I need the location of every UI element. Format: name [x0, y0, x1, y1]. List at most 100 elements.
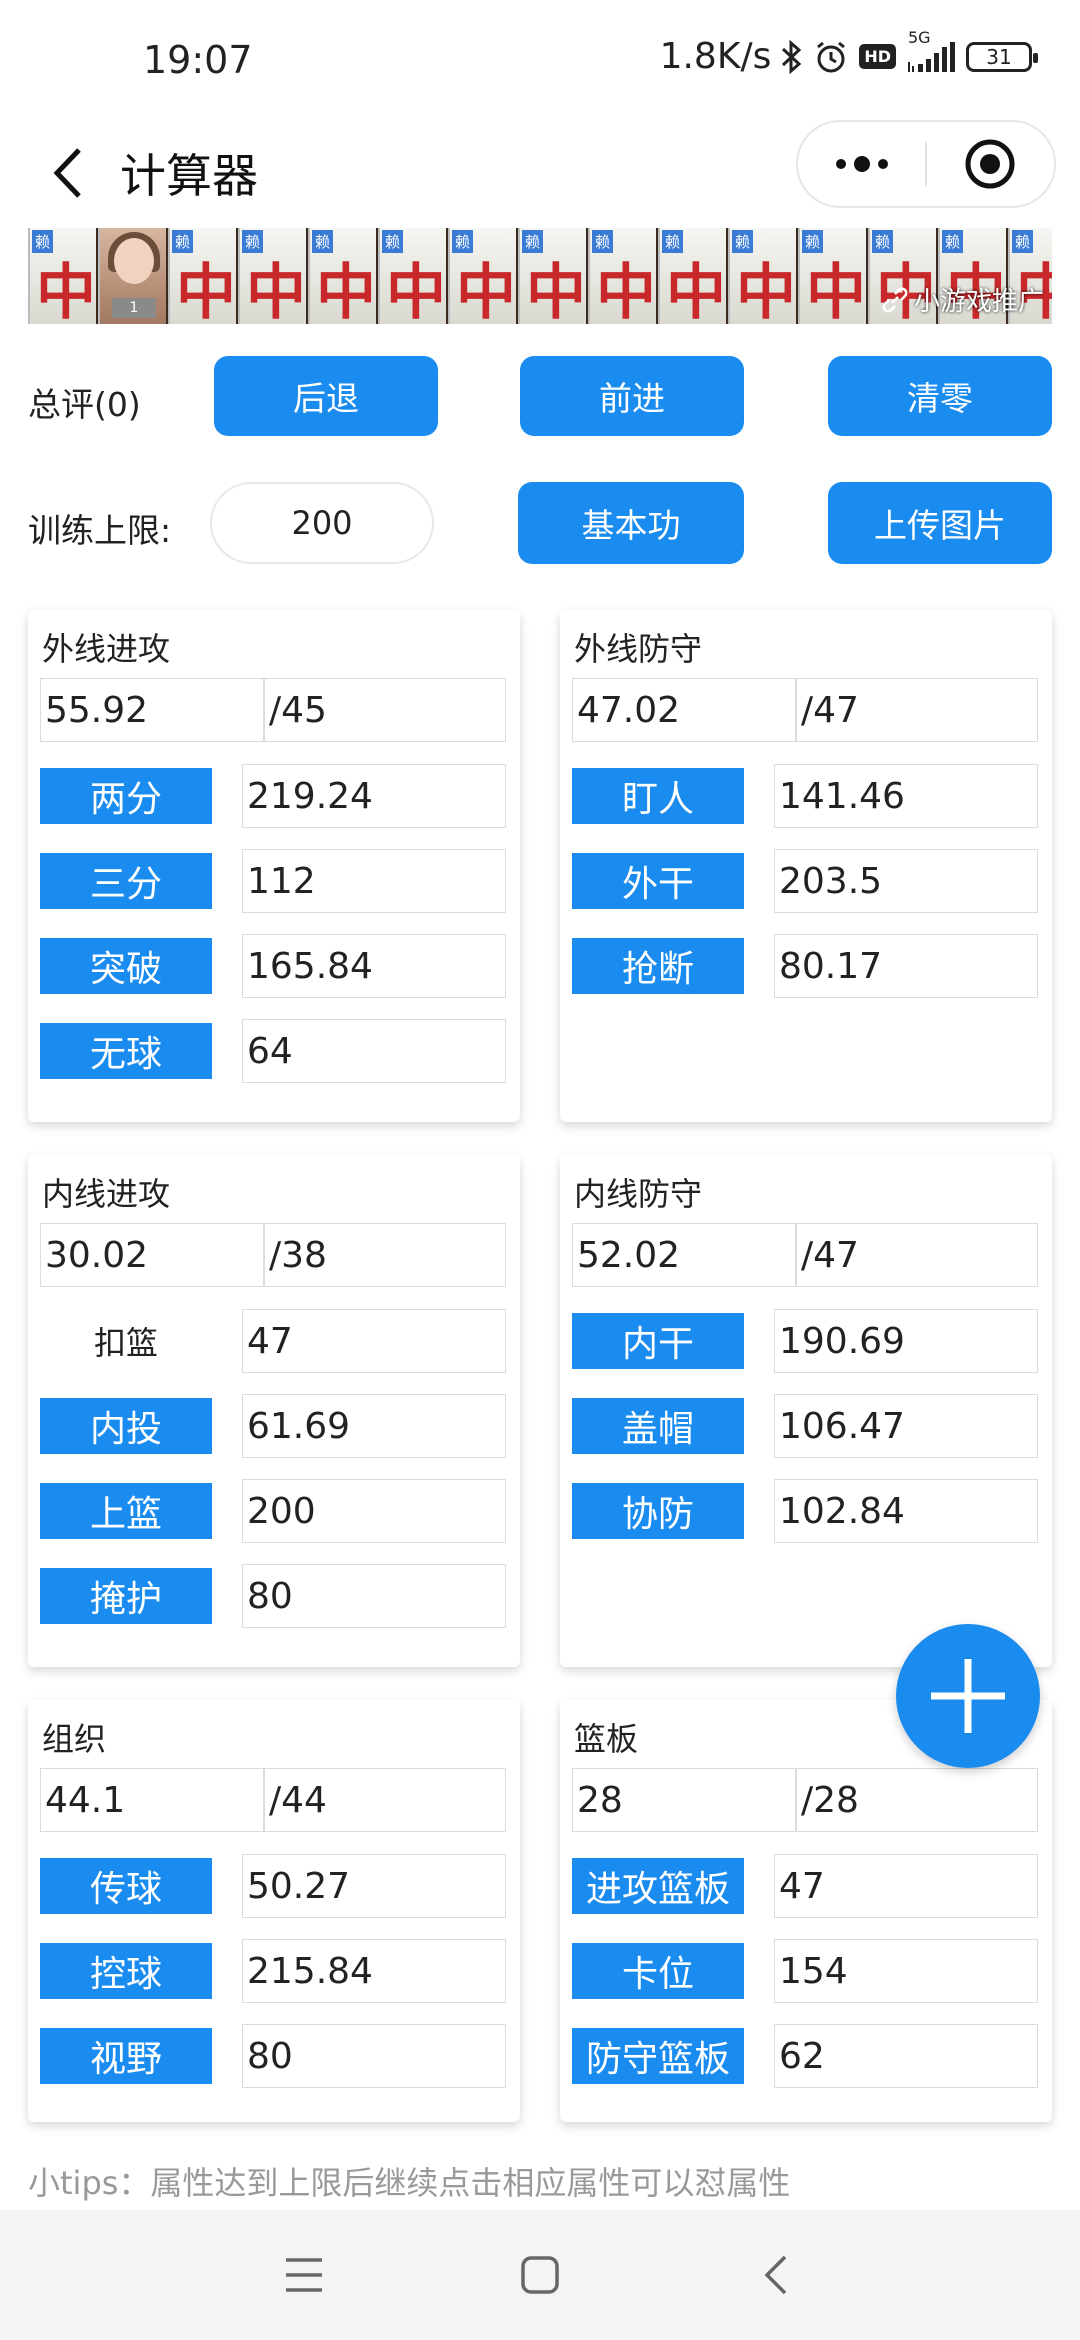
attr-button[interactable]: 协防: [572, 1483, 744, 1539]
page-title: 计算器: [120, 149, 258, 203]
card-total-value: 55.92: [40, 678, 264, 742]
attr-button[interactable]: 掩护: [40, 1568, 212, 1624]
battery-icon: 31: [966, 41, 1038, 72]
tile-char: 中: [36, 258, 96, 324]
promo-banner[interactable]: 中赖 1 中赖中赖中赖中赖中赖中赖中赖中赖中赖中赖中赖中赖中赖小游戏推广: [28, 228, 1052, 324]
attr-button[interactable]: 两分: [40, 768, 212, 824]
attr-button[interactable]: 抢断: [572, 938, 744, 994]
attr-button[interactable]: 控球: [40, 1943, 212, 1999]
close-mini-program-button[interactable]: [927, 138, 1054, 190]
card-title: 组织: [42, 1720, 107, 1758]
mahjong-tile: 中赖: [518, 228, 586, 324]
attr-button[interactable]: 内干: [572, 1313, 744, 1369]
attr-value-field[interactable]: 62: [774, 2024, 1038, 2088]
back-triangle-icon: [764, 2255, 787, 2295]
attr-button[interactable]: 卡位: [572, 1943, 744, 1999]
attr-value-field[interactable]: 64: [242, 1019, 506, 1083]
attr-button[interactable]: 盯人: [572, 768, 744, 824]
basic-skill-button[interactable]: 基本功: [518, 482, 744, 564]
menu-icon: [286, 2258, 322, 2292]
attr-value-field[interactable]: 190.69: [774, 1309, 1038, 1373]
add-button[interactable]: [896, 1624, 1040, 1768]
tile-char: 中: [596, 258, 656, 324]
attr-value-field[interactable]: 80: [242, 2024, 506, 2088]
back-nav-button[interactable]: [746, 2250, 806, 2300]
home-nav-button[interactable]: [510, 2250, 570, 2300]
attr-value-field[interactable]: 215.84: [242, 1939, 506, 2003]
tile-char: 中: [806, 258, 866, 324]
system-nav-bar: [0, 2210, 1080, 2340]
attr-value-field[interactable]: 102.84: [774, 1479, 1038, 1543]
tile-tag: 赖: [592, 230, 614, 253]
card-max-value: /28: [796, 1768, 1038, 1832]
attr-value-field[interactable]: 200: [242, 1479, 506, 1543]
avatar-number: 1: [112, 298, 156, 318]
attr-button[interactable]: 突破: [40, 938, 212, 994]
tile-tag: 赖: [802, 230, 824, 253]
attribute-card: 内线进攻 30.02/38 扣篮 47 内投 61.69 上篮 200 掩护 80: [28, 1155, 520, 1667]
signal-label: 5G: [908, 27, 931, 47]
bluetooth-icon: [781, 39, 803, 74]
attr-button[interactable]: 视野: [40, 2028, 212, 2084]
clear-button[interactable]: 清零: [828, 356, 1052, 436]
more-dot-icon: [835, 159, 846, 169]
attr-value-field[interactable]: 61.69: [242, 1394, 506, 1458]
attr-value-field[interactable]: 47: [242, 1309, 506, 1373]
signal-icon: 5G: [906, 28, 956, 72]
attr-button[interactable]: 扣篮: [40, 1313, 212, 1369]
attr-value-field[interactable]: 141.46: [774, 764, 1038, 828]
tile-tag: 赖: [172, 230, 194, 253]
attr-value-field[interactable]: 203.5: [774, 849, 1038, 913]
card-title: 外线进攻: [42, 630, 171, 668]
more-dot-icon: [877, 159, 888, 169]
mahjong-tile: 中赖: [448, 228, 516, 324]
back-button[interactable]: [38, 138, 98, 208]
card-total-value: 30.02: [40, 1223, 264, 1287]
attr-value-field[interactable]: 165.84: [242, 934, 506, 998]
attr-value-field[interactable]: 80: [242, 1564, 506, 1628]
tile-char: 中: [526, 258, 586, 324]
back-step-button[interactable]: 后退: [214, 356, 438, 436]
menu-nav-button[interactable]: [274, 2250, 334, 2300]
status-time: 19:07: [143, 38, 253, 82]
limit-input[interactable]: 200: [210, 482, 434, 564]
attr-button[interactable]: 内投: [40, 1398, 212, 1454]
mahjong-tile: 中赖: [588, 228, 656, 324]
forward-button[interactable]: 前进: [520, 356, 744, 436]
nav-header: 计算器: [0, 120, 1080, 230]
attr-button[interactable]: 外干: [572, 853, 744, 909]
tile-tag: 赖: [662, 230, 684, 253]
plus-icon: [931, 1659, 1005, 1733]
attr-value-field[interactable]: 47: [774, 1854, 1038, 1918]
card-max-value: /47: [796, 678, 1038, 742]
home-square-icon: [521, 2256, 559, 2294]
attribute-card: 外线进攻 55.92/45 两分 219.24 三分 112 突破 165.84 无球 64: [28, 610, 520, 1122]
upload-image-button[interactable]: 上传图片: [828, 482, 1052, 564]
attr-value-field[interactable]: 154: [774, 1939, 1038, 2003]
attr-button[interactable]: 防守篮板: [572, 2028, 744, 2084]
attr-value-field[interactable]: 50.27: [242, 1854, 506, 1918]
attr-value-field[interactable]: 112: [242, 849, 506, 913]
hd-icon: HD: [859, 44, 896, 69]
attr-value-field[interactable]: 106.47: [774, 1394, 1038, 1458]
avatar-face: [114, 238, 154, 284]
attr-button[interactable]: 传球: [40, 1858, 212, 1914]
attr-value-field[interactable]: 219.24: [242, 764, 506, 828]
attr-button[interactable]: 盖帽: [572, 1398, 744, 1454]
card-title: 篮板: [574, 1720, 639, 1758]
mahjong-tile: 中赖: [308, 228, 376, 324]
attr-button[interactable]: 三分: [40, 853, 212, 909]
tile-char: 中: [456, 258, 516, 324]
attr-button[interactable]: 上篮: [40, 1483, 212, 1539]
more-button[interactable]: [798, 156, 925, 172]
attribute-card: 内线防守 52.02/47 内干 190.69 盖帽 106.47 协防 102.84: [560, 1155, 1052, 1667]
card-max-value: /45: [264, 678, 506, 742]
more-dot-icon: [853, 156, 870, 172]
attr-button[interactable]: 无球: [40, 1023, 212, 1079]
link-icon: [882, 287, 908, 312]
mahjong-tile: 中赖: [378, 228, 446, 324]
promo-text: 小游戏推广: [913, 287, 1044, 317]
tile-char: 中: [386, 258, 446, 324]
attr-value-field[interactable]: 80.17: [774, 934, 1038, 998]
attr-button[interactable]: 进攻篮板: [572, 1858, 744, 1914]
